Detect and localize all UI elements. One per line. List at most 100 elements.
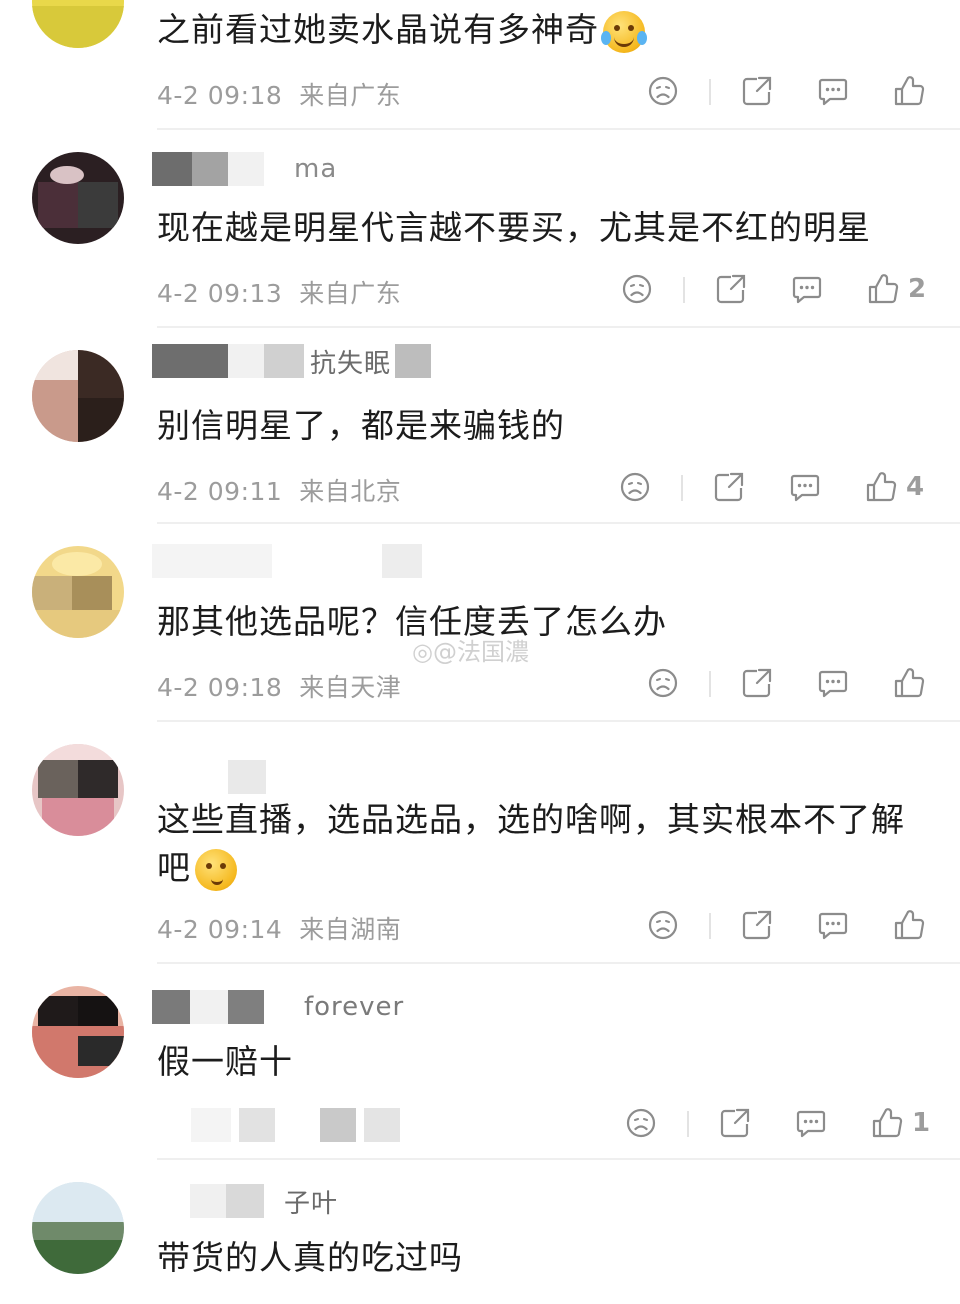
avatar[interactable] xyxy=(32,744,124,836)
pixelated-block xyxy=(191,1108,231,1142)
like-button[interactable]: 2 xyxy=(866,269,926,309)
like-count: 1 xyxy=(912,1108,931,1138)
comment-meta: 4-2 09:18 来自天津 xyxy=(157,673,402,702)
comment-meta: 4-2 09:13 来自广东 xyxy=(157,279,402,308)
comment-meta: 4-2 09:18 来自广东 xyxy=(157,81,402,110)
share-button[interactable] xyxy=(714,269,748,309)
comment-item: ma 现在越是明星代言越不要买，尤其是不红的明星 4-2 09:13 来自广东 … xyxy=(0,130,960,328)
share-button[interactable] xyxy=(740,71,774,111)
reply-comment-icon xyxy=(818,670,848,698)
divider xyxy=(709,913,711,939)
share-icon xyxy=(742,910,772,940)
weibo-logo-icon: ◎ xyxy=(412,638,433,666)
pixelated-block xyxy=(382,544,422,578)
watermark: ◎@法国濃 xyxy=(412,638,529,666)
username[interactable]: 子叶 xyxy=(152,1184,338,1219)
dislike-button[interactable] xyxy=(646,71,680,111)
like-button[interactable] xyxy=(892,663,934,703)
comment-actions xyxy=(646,663,936,703)
pixelated-block xyxy=(190,1184,226,1218)
pixelated-block xyxy=(228,990,264,1024)
thumbs-up-icon xyxy=(866,472,897,502)
pixelated-block xyxy=(226,1184,264,1218)
username[interactable]: 抗失眠 xyxy=(152,344,432,379)
thumbs-up-icon xyxy=(894,668,925,698)
comment-text: 别信明星了，都是来骗钱的 xyxy=(157,406,565,445)
pixelated-block xyxy=(239,1108,276,1142)
comment-item: 这些直播，选品选品，选的啥啊，其实根本不了解吧 4-2 09:14 来自湖南 xyxy=(0,722,960,964)
like-button[interactable] xyxy=(892,71,934,111)
divider xyxy=(709,671,711,697)
comment-actions: 1 xyxy=(624,1103,930,1143)
pixelated-block xyxy=(264,344,304,378)
comment-meta xyxy=(157,1108,401,1148)
reply-button[interactable] xyxy=(816,905,850,945)
username[interactable]: forever xyxy=(152,990,404,1024)
dislike-button[interactable] xyxy=(618,467,652,507)
username[interactable] xyxy=(152,544,422,578)
share-button[interactable] xyxy=(718,1103,752,1143)
avatar[interactable] xyxy=(32,986,124,1078)
share-button[interactable] xyxy=(740,905,774,945)
reply-comment-icon xyxy=(818,912,848,940)
reply-button[interactable] xyxy=(790,269,824,309)
share-button[interactable] xyxy=(740,663,774,703)
reply-button[interactable] xyxy=(816,663,850,703)
reply-button[interactable] xyxy=(788,467,822,507)
comment-meta: 4-2 09:14 来自湖南 xyxy=(157,915,402,944)
comment-item: 那其他选品呢？信任度丢了怎么办 4-2 09:18 来自天津 xyxy=(0,524,960,722)
dislike-button[interactable] xyxy=(624,1103,658,1143)
dislike-button[interactable] xyxy=(620,269,654,309)
divider xyxy=(709,79,711,105)
comment-text: 带货的人真的吃过吗 xyxy=(157,1238,463,1277)
pixelated-block xyxy=(364,1108,401,1142)
pixelated-block xyxy=(228,760,266,794)
comment-text: 这些直播，选品选品，选的啥啊，其实根本不了解吧 xyxy=(157,796,930,892)
comment-actions: 2 xyxy=(620,269,930,309)
reply-comment-icon xyxy=(818,78,848,106)
like-button[interactable] xyxy=(892,905,934,945)
dislike-face-icon xyxy=(626,1108,656,1138)
avatar[interactable] xyxy=(32,152,124,244)
avatar[interactable] xyxy=(32,350,124,442)
share-icon xyxy=(742,76,772,106)
avatar[interactable] xyxy=(32,546,124,638)
comment-actions xyxy=(646,71,936,111)
pixelated-block xyxy=(228,344,264,378)
dislike-face-icon xyxy=(648,668,678,698)
divider xyxy=(683,277,685,303)
reply-comment-icon xyxy=(796,1110,826,1138)
comment-item: forever 假一赔十 1 xyxy=(0,964,960,1160)
pixelated-block xyxy=(152,152,192,186)
share-icon xyxy=(742,668,772,698)
like-button[interactable]: 4 xyxy=(864,467,924,507)
comment-meta: 4-2 09:11 来自北京 xyxy=(157,477,402,506)
reply-comment-icon xyxy=(792,276,822,304)
dislike-button[interactable] xyxy=(646,663,680,703)
comment-actions xyxy=(646,905,936,945)
comment-item: 子叶 带货的人真的吃过吗 xyxy=(0,1160,960,1304)
reply-button[interactable] xyxy=(816,71,850,111)
dislike-face-icon xyxy=(648,910,678,940)
avatar[interactable] xyxy=(32,0,124,48)
pixelated-block xyxy=(152,990,190,1024)
avatar[interactable] xyxy=(32,1182,124,1274)
comment-item: 抗失眠 别信明星了，都是来骗钱的 4-2 09:11 来自北京 4 xyxy=(0,328,960,524)
username[interactable] xyxy=(152,760,266,794)
share-button[interactable] xyxy=(712,467,746,507)
thumbs-up-icon xyxy=(872,1108,903,1138)
share-icon xyxy=(720,1108,750,1138)
thinking-emoji xyxy=(195,848,237,891)
reply-button[interactable] xyxy=(794,1103,828,1143)
pixelated-block xyxy=(319,1108,356,1142)
username[interactable]: ma xyxy=(152,152,337,186)
like-button[interactable]: 1 xyxy=(870,1103,930,1143)
pixelated-block xyxy=(395,344,432,378)
like-count: 2 xyxy=(908,274,927,304)
comment-text: 现在越是明星代言越不要买，尤其是不红的明星 xyxy=(157,208,871,247)
dislike-button[interactable] xyxy=(646,905,680,945)
pixelated-block xyxy=(190,990,228,1024)
comment-text: 之前看过她卖水晶说有多神奇 xyxy=(157,6,930,54)
pixelated-block xyxy=(228,152,264,186)
comment-item: 之前看过她卖水晶说有多神奇 4-2 09:18 来自广东 xyxy=(0,0,960,130)
